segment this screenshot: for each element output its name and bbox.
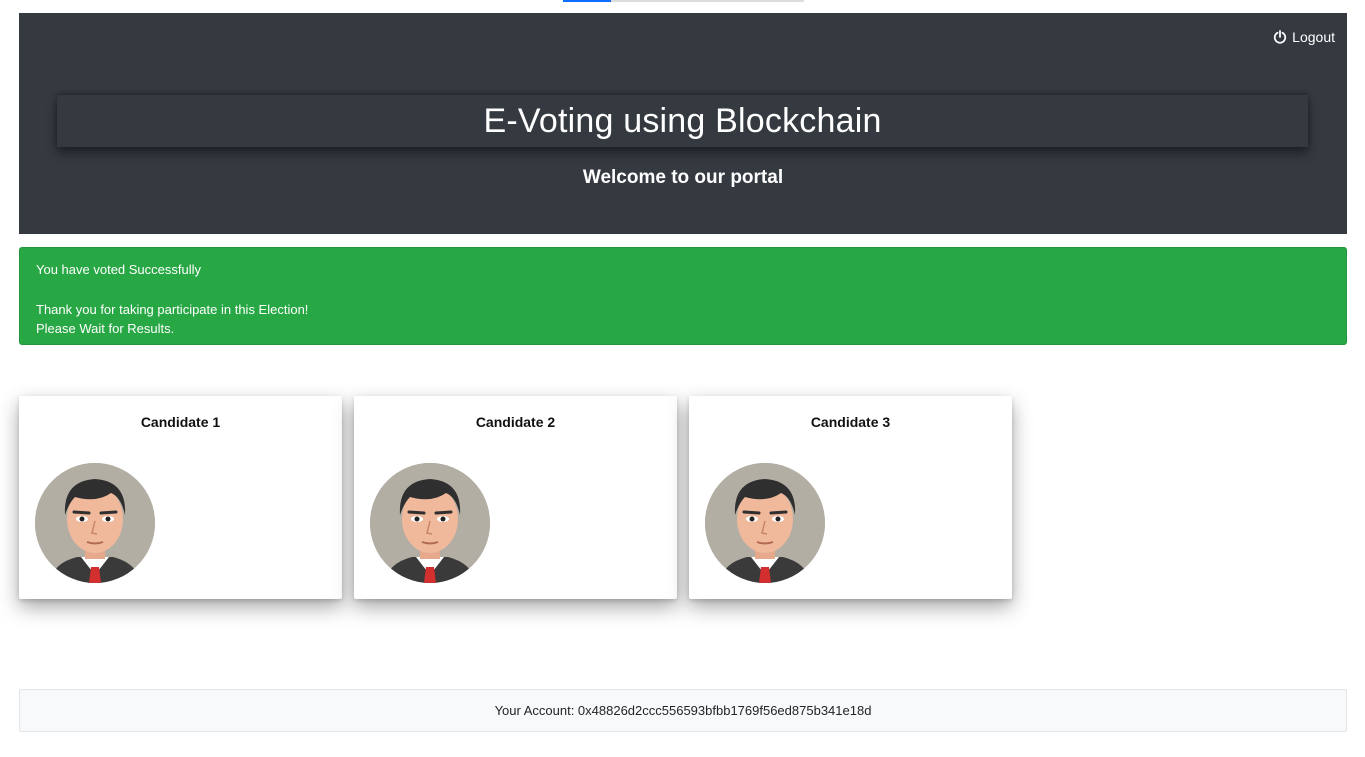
power-icon bbox=[1274, 30, 1287, 44]
account-footer: Your Account: 0x48826d2ccc556593bfbb1769… bbox=[19, 689, 1347, 732]
person-avatar-icon bbox=[35, 463, 155, 583]
candidate-card-1[interactable]: Candidate 1 bbox=[19, 396, 342, 599]
candidate-name: Candidate 1 bbox=[140, 414, 221, 430]
logout-button[interactable]: Logout bbox=[1273, 27, 1335, 47]
alert-line-wait: Please Wait for Results. bbox=[36, 321, 175, 336]
page-subtitle: Welcome to our portal bbox=[582, 167, 784, 188]
candidate-name: Candidate 2 bbox=[475, 414, 556, 430]
candidate-card-2[interactable]: Candidate 2 bbox=[354, 396, 677, 599]
account-label: Your Account: bbox=[494, 703, 578, 718]
candidate-card-3[interactable]: Candidate 3 bbox=[689, 396, 1012, 599]
account-address: 0x48826d2ccc556593bfbb1769f56ed875b341e1… bbox=[577, 703, 872, 718]
tab-strip-rest bbox=[611, 0, 804, 2]
active-tab-indicator bbox=[563, 0, 611, 2]
page-title: E-Voting using Blockchain bbox=[483, 101, 882, 140]
logout-label: Logout bbox=[1292, 29, 1335, 45]
person-avatar-icon bbox=[370, 463, 490, 583]
person-avatar-icon bbox=[705, 463, 825, 583]
alert-line-thanks: Thank you for taking participate in this… bbox=[36, 302, 309, 317]
candidate-name: Candidate 3 bbox=[810, 414, 891, 430]
success-alert: You have voted Successfully Thank you fo… bbox=[19, 247, 1347, 345]
title-bar: E-Voting using Blockchain bbox=[57, 95, 1308, 147]
header: Logout E-Voting using Blockchain Welcome… bbox=[19, 13, 1347, 234]
alert-line-voted: You have voted Successfully bbox=[36, 262, 202, 277]
